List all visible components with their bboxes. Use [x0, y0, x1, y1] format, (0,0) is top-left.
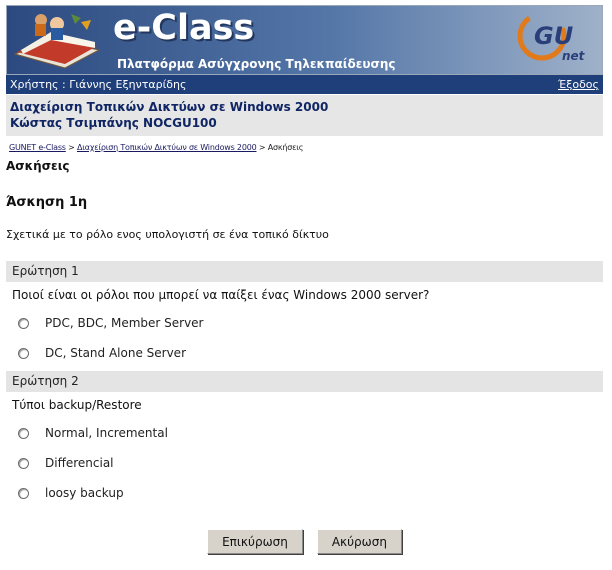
answer-option[interactable]: DC, Stand Alone Server [6, 338, 603, 368]
answer-label: Differencial [45, 456, 114, 470]
breadcrumb-current: Ασκήσεις [267, 143, 304, 152]
logout-link[interactable]: Έξοδος [558, 78, 599, 91]
question-block: Ερώτηση 2 Τύποι backup/Restore Normal, I… [6, 371, 603, 508]
page-title: Ασκήσεις [6, 159, 70, 173]
answer-label: PDC, BDC, Member Server [45, 316, 204, 330]
svg-text:GU: GU [534, 22, 573, 50]
book-logo-icon [13, 14, 101, 69]
radio-button[interactable] [18, 457, 29, 469]
platform-subtitle: Πλατφόρμα Ασύγχρονης Τηλεκπαίδευσης [117, 57, 396, 71]
user-bar: Χρήστης : Γιάννης Εξηνταρίδης Έξοδος [6, 75, 603, 94]
breadcrumb: GUNET e-Class > Διαχείριση Τοπικών Δικτύ… [6, 143, 603, 152]
course-title: Διαχείριση Τοπικών Δικτύων σε Windows 20… [10, 100, 329, 114]
radio-button[interactable] [18, 427, 29, 439]
page: e-Class Πλατφόρμα Ασύγχρονης Τηλεκπαίδευ… [6, 5, 603, 554]
exercise-description: Σχετικά με το ρόλο ενος υπολογιστή σε έν… [6, 228, 329, 241]
answer-option[interactable]: Differencial [6, 448, 603, 478]
answer-label: Normal, Incremental [45, 426, 168, 440]
question-text: Τύποι backup/Restore [12, 398, 142, 412]
cancel-button[interactable]: Ακύρωση [316, 529, 402, 554]
answer-option[interactable]: PDC, BDC, Member Server [6, 308, 603, 338]
question-header: Ερώτηση 1 [6, 261, 603, 282]
breadcrumb-course-link[interactable]: Διαχείριση Τοπικών Δικτύων σε Windows 20… [77, 143, 257, 152]
radio-button[interactable] [18, 487, 29, 499]
question-text: Ποιοί είναι οι ρόλοι που μπορεί να παίξε… [12, 288, 430, 302]
answer-option[interactable]: loosy backup [6, 478, 603, 508]
exercise-title: Άσκηση 1η [6, 195, 88, 210]
header-banner: e-Class Πλατφόρμα Ασύγχρονης Τηλεκπαίδευ… [6, 5, 603, 75]
answer-label: loosy backup [45, 486, 124, 500]
question-block: Ερώτηση 1 Ποιοί είναι οι ρόλοι που μπορε… [6, 261, 603, 368]
question-header: Ερώτηση 2 [6, 371, 603, 392]
breadcrumb-separator: > [256, 143, 268, 152]
eclass-logo-text: e-Class [113, 8, 255, 48]
breadcrumb-home-link[interactable]: GUNET e-Class [9, 143, 66, 152]
radio-button[interactable] [18, 317, 29, 329]
form-actions: Επικύρωση Ακύρωση [6, 529, 603, 554]
course-header: Διαχείριση Τοπικών Δικτύων σε Windows 20… [6, 95, 603, 136]
gunet-logo-icon: GU net [517, 11, 586, 63]
course-instructor: Κώστας Τσιμπάνης NOCGU100 [10, 116, 217, 130]
radio-button[interactable] [18, 347, 29, 359]
submit-button[interactable]: Επικύρωση [207, 529, 303, 554]
user-label: Χρήστης : Γιάννης Εξηνταρίδης [10, 78, 187, 91]
answer-option[interactable]: Normal, Incremental [6, 418, 603, 448]
answer-label: DC, Stand Alone Server [45, 346, 186, 360]
svg-text:net: net [562, 49, 586, 63]
breadcrumb-separator: > [65, 143, 77, 152]
